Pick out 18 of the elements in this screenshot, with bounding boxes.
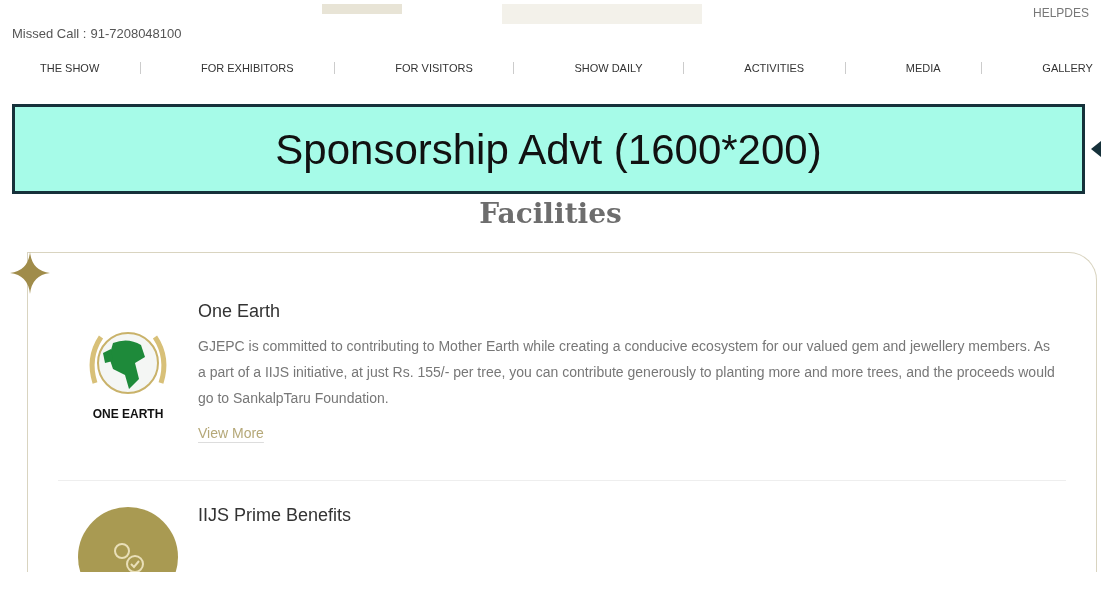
- nav-link[interactable]: FOR EXHIBITORS: [200, 59, 294, 77]
- arrow-icon: [1091, 141, 1101, 157]
- facility-title: One Earth: [198, 300, 282, 323]
- nav-link[interactable]: ACTIVITIES: [744, 59, 805, 77]
- facility-description: GJEPC is committed to contributing to Mother Earth while creating a conducive ecosystem for our valued gem and jewellery members. As a part of a IIJS initiative, at just Rs. 155/- per tree, you can contribute generously to planting more and more trees, and the proceeds would go to SankalpTaru Foundation.: [198, 337, 1056, 408]
- helpdesk-text: HELPDES: [1032, 5, 1089, 22]
- logo-text: ONE EARTH: [92, 406, 164, 423]
- section-title: Facilities: [478, 196, 623, 232]
- nav-link[interactable]: GALLERY: [1042, 59, 1093, 77]
- missed-call-label: Missed Call :: [12, 25, 87, 43]
- nav-link[interactable]: FOR VISITORS: [395, 59, 473, 77]
- facility-title: IIJS Prime Benefits: [198, 504, 353, 527]
- missed-call-number: 91-7208048100: [90, 25, 182, 43]
- sponsorship-banner: Sponsorship Advt (1600*200): [12, 104, 1085, 194]
- nav-link[interactable]: SHOW DAILY: [574, 59, 643, 77]
- nav-link[interactable]: THE SHOW: [40, 59, 100, 77]
- nav-link[interactable]: MEDIA: [905, 59, 941, 77]
- sparkle-icon: [10, 252, 50, 294]
